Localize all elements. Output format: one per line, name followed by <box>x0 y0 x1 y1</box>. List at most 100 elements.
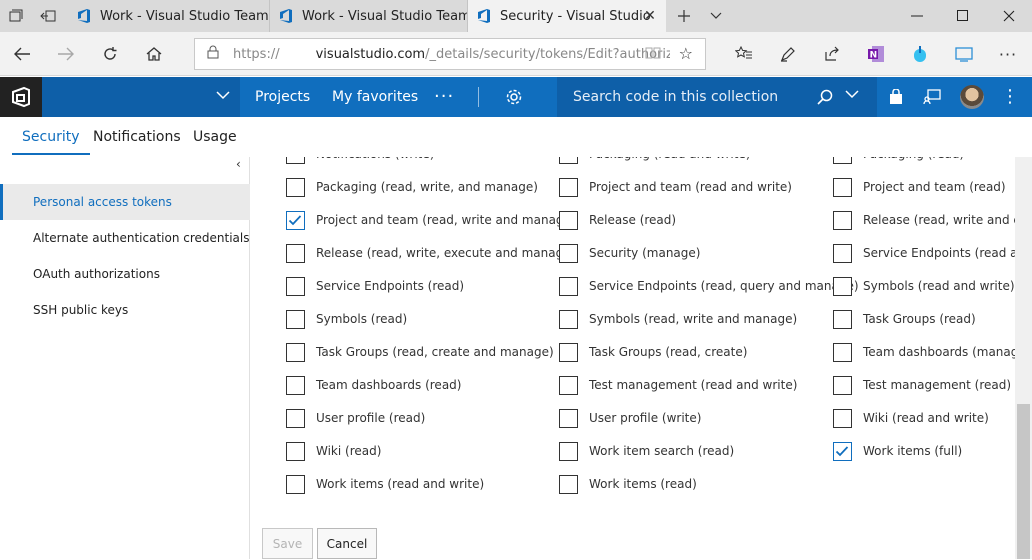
checkbox[interactable] <box>286 177 305 197</box>
browser-tab-1[interactable]: Work - Visual Studio Team S <box>68 0 270 32</box>
address-bar[interactable]: https:// visualstudio.com /_details/secu… <box>194 38 706 70</box>
scope-option[interactable]: Security (manage) <box>559 243 700 263</box>
close-tab-icon[interactable]: ✕ <box>642 8 658 24</box>
scope-option[interactable]: Symbols (read, write and manage) <box>559 309 797 329</box>
checkbox[interactable] <box>559 177 578 197</box>
scope-option[interactable]: Work items (full) <box>833 441 962 461</box>
home-icon[interactable] <box>138 38 170 70</box>
nav-projects[interactable]: Projects <box>255 77 310 117</box>
vsts-logo-icon[interactable] <box>0 77 42 117</box>
scope-option[interactable]: Project and team (read, write and manage… <box>286 210 576 230</box>
checkbox[interactable] <box>559 474 578 494</box>
sidebar-item-ssh-public-keys[interactable]: SSH public keys <box>0 292 250 328</box>
checkbox-checked[interactable] <box>833 441 852 461</box>
reading-view-icon[interactable] <box>645 46 661 64</box>
checkbox[interactable] <box>286 342 305 362</box>
refresh-icon[interactable] <box>94 38 126 70</box>
scope-option[interactable]: Service Endpoints (read, query and manag… <box>559 276 859 296</box>
scope-option[interactable]: Work items (read) <box>559 474 697 494</box>
checkbox[interactable] <box>833 157 852 164</box>
search-scope-chevron-icon[interactable] <box>845 88 859 102</box>
scope-option[interactable]: Packaging (read and write) <box>559 157 751 164</box>
checkbox[interactable] <box>559 375 578 395</box>
checkbox[interactable] <box>286 309 305 329</box>
checkbox[interactable] <box>833 243 852 263</box>
scope-option[interactable]: Release (read, write and exec <box>833 210 1015 230</box>
checkbox[interactable] <box>559 342 578 362</box>
collapse-chevron-icon[interactable]: ‹ <box>236 157 248 175</box>
marketplace-bag-icon[interactable] <box>886 87 906 107</box>
checkbox[interactable] <box>559 408 578 428</box>
scope-option[interactable]: Release (read) <box>559 210 676 230</box>
scope-option[interactable]: Symbols (read and write) <box>833 276 1015 296</box>
share-icon[interactable] <box>816 38 848 70</box>
checkbox[interactable] <box>833 375 852 395</box>
scope-option[interactable]: Symbols (read) <box>286 309 407 329</box>
checkbox[interactable] <box>559 276 578 296</box>
scope-option[interactable]: Release (read, write, execute and manage… <box>286 243 575 263</box>
new-tab-icon[interactable] <box>668 0 700 32</box>
save-button[interactable]: Save <box>262 528 313 559</box>
scope-option[interactable]: Service Endpoints (read and c <box>833 243 1015 263</box>
checkbox[interactable] <box>833 408 852 428</box>
nav-more-icon[interactable]: ··· <box>434 77 454 117</box>
set-tabs-aside-icon[interactable] <box>32 0 64 32</box>
favorites-list-icon[interactable] <box>728 38 760 70</box>
page-scrollbar[interactable] <box>1015 157 1032 559</box>
forward-arrow-icon[interactable] <box>50 38 82 70</box>
account-switcher[interactable] <box>42 77 240 117</box>
checkbox[interactable] <box>286 375 305 395</box>
checkbox[interactable] <box>559 243 578 263</box>
checkbox[interactable] <box>559 210 578 230</box>
checkbox[interactable] <box>559 441 578 461</box>
scope-option[interactable]: Service Endpoints (read) <box>286 276 464 296</box>
scope-option[interactable]: Task Groups (read, create) <box>559 342 747 362</box>
cancel-button[interactable]: Cancel <box>317 528 377 559</box>
minimize-icon[interactable] <box>894 0 940 32</box>
sidebar-item-personal-access-tokens[interactable]: Personal access tokens <box>0 184 250 220</box>
feedback-icon[interactable] <box>922 87 942 107</box>
favorite-star-icon[interactable]: ☆ <box>679 44 693 63</box>
checkbox[interactable] <box>286 441 305 461</box>
close-window-icon[interactable] <box>986 0 1032 32</box>
settings-gear-icon[interactable] <box>504 87 524 107</box>
scope-option[interactable]: User profile (write) <box>559 408 701 428</box>
onenote-icon[interactable]: N <box>860 38 892 70</box>
checkbox[interactable] <box>833 210 852 230</box>
back-arrow-icon[interactable] <box>6 38 38 70</box>
checkbox[interactable] <box>833 342 852 362</box>
scope-option[interactable]: Notifications (write) <box>286 157 434 164</box>
user-avatar[interactable] <box>960 85 984 109</box>
scrollbar-thumb[interactable] <box>1017 404 1030 559</box>
scope-option[interactable]: Packaging (read, write, and manage) <box>286 177 538 197</box>
checkbox[interactable] <box>286 474 305 494</box>
checkbox[interactable] <box>286 408 305 428</box>
tab-notifications[interactable]: Notifications <box>93 117 181 157</box>
header-more-icon[interactable]: ⋮ <box>1000 83 1020 111</box>
scope-option[interactable]: Wiki (read) <box>286 441 381 461</box>
checkbox[interactable] <box>286 276 305 296</box>
browser-tab-2[interactable]: Work - Visual Studio Team S <box>270 0 468 32</box>
sidebar-item-oauth-authorizations[interactable]: OAuth authorizations <box>0 256 250 292</box>
scope-option[interactable]: Work item search (read) <box>559 441 734 461</box>
tab-list-chevron-icon[interactable] <box>700 0 732 32</box>
scope-option[interactable]: Test management (read and write) <box>559 375 797 395</box>
more-options-icon[interactable]: ··· <box>992 38 1024 70</box>
checkbox[interactable] <box>559 157 578 164</box>
scope-option[interactable]: Task Groups (read, create and manage) <box>286 342 554 362</box>
pen-icon[interactable] <box>772 38 804 70</box>
checkbox[interactable] <box>559 309 578 329</box>
code-search-input[interactable]: Search code in this collection <box>557 77 877 117</box>
tab-security[interactable]: Security <box>12 117 89 157</box>
sidebar-item-alternate-credentials[interactable]: Alternate authentication credentials <box>0 220 250 256</box>
checkbox-checked[interactable] <box>286 210 305 230</box>
nav-my-favorites[interactable]: My favorites <box>332 77 418 117</box>
scope-option[interactable]: Team dashboards (manage) <box>833 342 1015 362</box>
checkbox[interactable] <box>833 309 852 329</box>
extension-icon[interactable] <box>904 38 936 70</box>
scope-option[interactable]: User profile (read) <box>286 408 425 428</box>
web-note-icon[interactable] <box>948 38 980 70</box>
scope-option[interactable]: Packaging (read) <box>833 157 964 164</box>
checkbox[interactable] <box>833 276 852 296</box>
scope-option[interactable]: Wiki (read and write) <box>833 408 989 428</box>
